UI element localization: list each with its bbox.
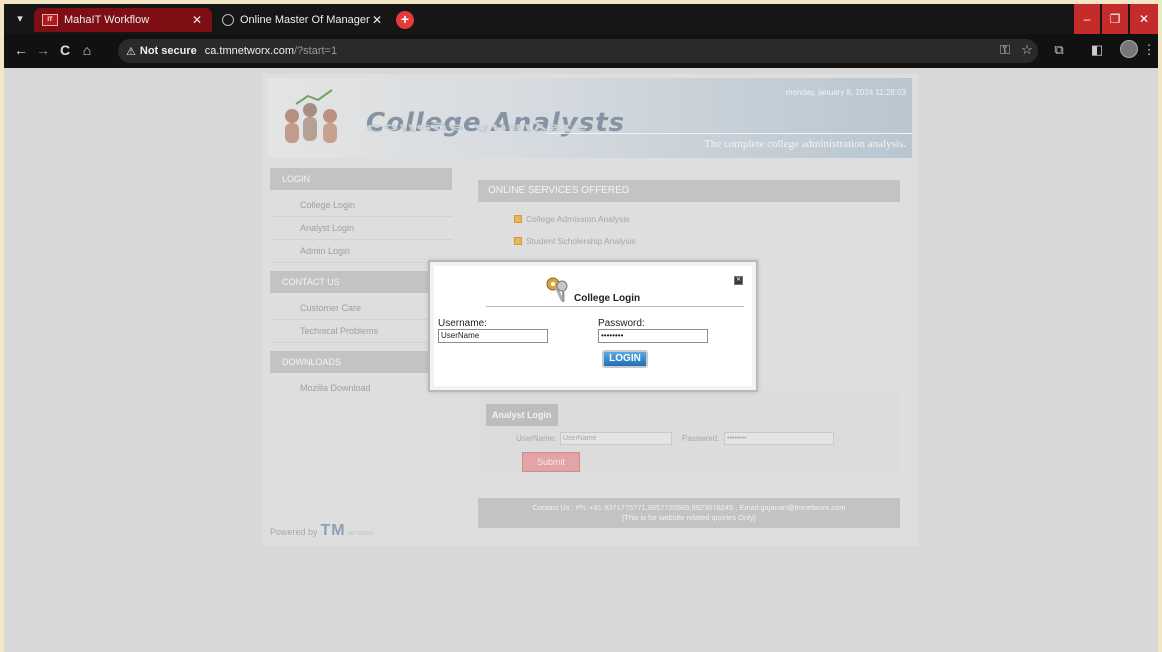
security-label[interactable]: Not secure	[140, 45, 197, 57]
college-login-dialog: ✕ College Login Username: UserName Passw…	[428, 260, 758, 392]
site-header: College Analysts College Analysts monday…	[268, 78, 912, 158]
globe-icon	[222, 14, 234, 26]
back-icon[interactable]: ←	[12, 42, 30, 58]
tab-close-icon[interactable]: ✕	[190, 13, 204, 27]
sidebar-item-analyst-login[interactable]: Analyst Login	[270, 217, 452, 240]
username-input[interactable]: UserName	[438, 329, 548, 343]
browser-menu-icon[interactable]: ⋮	[1140, 42, 1158, 58]
sidebar-item-customer-care[interactable]: Customer Care	[270, 297, 452, 320]
warning-icon: ⚠	[126, 45, 136, 58]
forward-icon[interactable]: →	[34, 42, 52, 58]
header-divider	[546, 133, 912, 134]
service-item[interactable]: Student Scholership Analysis	[514, 236, 636, 246]
browser-window: ▾ IT MahaIT Workflow ✕ Online Master Of …	[4, 4, 1158, 652]
tab-close-icon[interactable]: ✕	[370, 13, 384, 27]
side-panel-icon[interactable]: ◧	[1088, 42, 1106, 58]
tm-logo: TM	[320, 522, 346, 539]
dialog-body: ✕ College Login Username: UserName Passw…	[434, 266, 752, 386]
analyst-username-input[interactable]: UserName	[560, 432, 672, 445]
close-window-button[interactable]: ✕	[1130, 4, 1158, 34]
profile-avatar[interactable]	[1120, 40, 1138, 58]
sidebar-item-admin-login[interactable]: Admin Login	[270, 240, 452, 263]
login-button[interactable]: LOGIN	[602, 350, 648, 368]
sidebar-item-technical-problems[interactable]: Technical Problems	[270, 320, 452, 343]
browser-toolbar: ← → C ⌂ ⚠ Not secure ca.tmnetworx.com /?…	[4, 34, 1158, 68]
footer-contact-line: Contact Us : Ph: +91 9371775771,96577205…	[532, 503, 846, 512]
footer-contact: Contact Us : Ph: +91 9371775771,96577205…	[478, 498, 900, 528]
footer-note: [This is for website related quories Onl…	[622, 513, 756, 522]
tm-logo-sub: NETWORX	[347, 531, 374, 537]
header-tagline: The complete college administration anal…	[704, 138, 906, 150]
reload-icon[interactable]: C	[56, 42, 74, 58]
password-input[interactable]: ••••••••	[598, 329, 708, 343]
password-key-icon[interactable]: ⚿	[996, 42, 1014, 58]
new-tab-button[interactable]: +	[396, 11, 414, 29]
sidebar-item-mozilla-download[interactable]: Mozilla Download	[270, 377, 452, 400]
powered-by: Powered by TM NETWORX	[270, 522, 373, 540]
services-heading: ONLINE SERVICES OFFERED	[478, 180, 900, 202]
password-label: Password:	[598, 318, 645, 329]
url-path: /?start=1	[293, 45, 338, 57]
minimize-button[interactable]: –	[1074, 4, 1100, 34]
service-item[interactable]: College Admission Analysis	[514, 214, 629, 224]
analyst-password-input[interactable]: ••••••••	[724, 432, 834, 445]
logo-people-icon	[285, 89, 337, 143]
powered-by-label: Powered by	[270, 527, 318, 537]
tab-online-master[interactable]: Online Master Of Management ✕	[214, 8, 392, 32]
address-bar[interactable]: ⚠ Not secure ca.tmnetworx.com /?start=1	[118, 39, 1038, 63]
bookmark-star-icon[interactable]: ☆	[1018, 42, 1036, 58]
analyst-password-label: Password:	[682, 434, 720, 443]
mahait-favicon-icon: IT	[42, 14, 58, 26]
tab-title: Online Master Of Management	[240, 14, 370, 26]
close-icon[interactable]: ✕	[734, 276, 743, 285]
analyst-login-heading: Analyst Login	[486, 404, 558, 426]
maximize-button[interactable]: ❐	[1102, 4, 1128, 34]
sidebar-heading-contact: CONTACT US	[270, 271, 452, 293]
service-label: Student Scholership Analysis	[526, 236, 636, 246]
home-icon[interactable]: ⌂	[78, 42, 96, 58]
header-datetime: monday, january 8, 2024 11:28:03	[785, 88, 906, 97]
sidebar: LOGIN College Login Analyst Login Admin …	[270, 168, 452, 400]
service-label: College Admission Analysis	[526, 214, 630, 224]
analyst-username-label: UserName:	[516, 434, 557, 443]
url-host: ca.tmnetworx.com	[204, 45, 294, 57]
tab-mahait-workflow[interactable]: IT MahaIT Workflow ✕	[34, 8, 212, 32]
tab-search-icon[interactable]: ▾	[10, 10, 30, 28]
sidebar-item-college-login[interactable]: College Login	[270, 194, 452, 217]
dialog-title: College Login	[574, 293, 641, 304]
bullet-icon	[514, 237, 522, 245]
dialog-divider	[486, 306, 744, 307]
extensions-icon[interactable]: ⧉	[1050, 42, 1068, 58]
bullet-icon	[514, 215, 522, 223]
keys-icon	[546, 277, 568, 302]
title-bar: ▾ IT MahaIT Workflow ✕ Online Master Of …	[4, 4, 1158, 34]
sidebar-heading-login: LOGIN	[270, 168, 452, 190]
sidebar-heading-downloads: DOWNLOADS	[270, 351, 452, 373]
analyst-submit-button[interactable]: Submit	[522, 452, 580, 472]
tab-title: MahaIT Workflow	[64, 14, 150, 26]
username-label: Username:	[438, 318, 487, 329]
